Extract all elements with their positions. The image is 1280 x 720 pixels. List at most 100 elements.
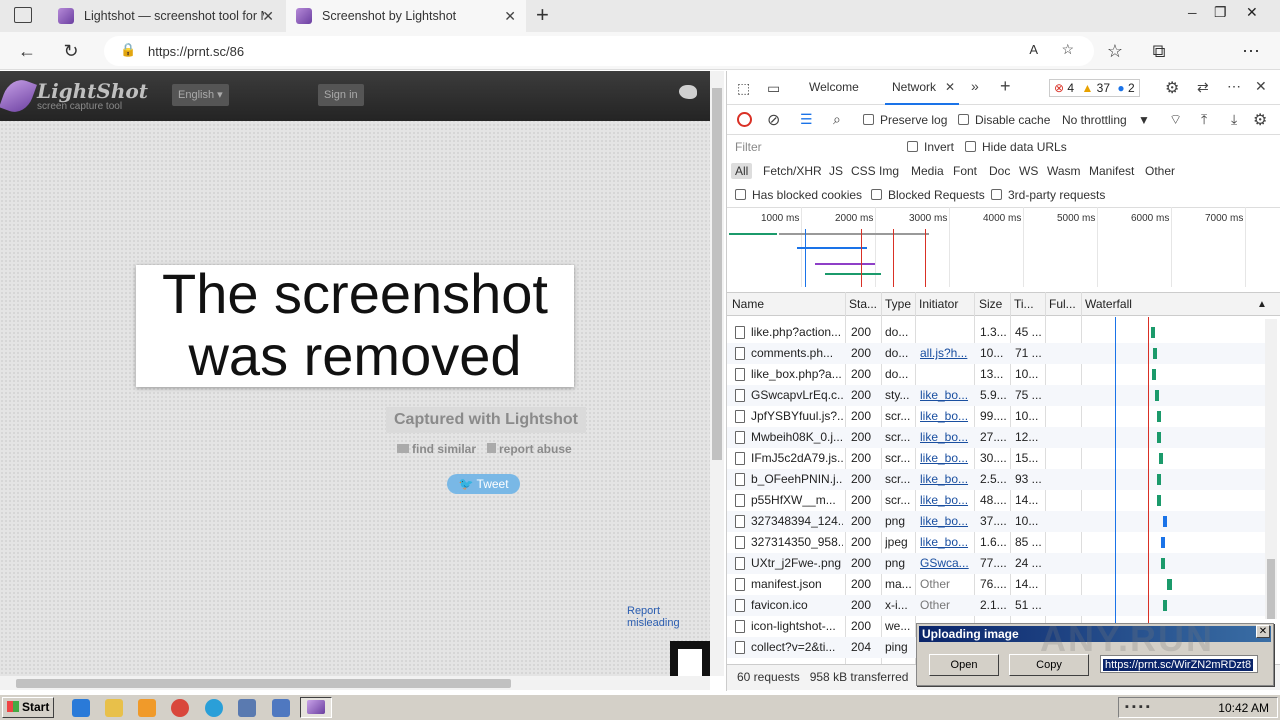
throttling-select[interactable]: No throttling ▼ [1062, 113, 1150, 127]
filter-type-other[interactable]: Other [1145, 164, 1175, 178]
media-player-icon[interactable] [138, 699, 156, 717]
report-misleading-link[interactable]: Report misleading [627, 605, 710, 629]
request-initiator[interactable]: like_bo... [920, 535, 972, 549]
tab-lightshot-home[interactable]: Lightshot — screenshot tool for M ✕ [48, 0, 284, 32]
table-row[interactable]: b_OFeehPNIN.j... 200 scr... like_bo... 2.5..… [727, 469, 1267, 490]
request-list-scroll-thumb[interactable] [1267, 559, 1275, 619]
dialog-close-button[interactable]: ✕ [1256, 625, 1270, 638]
table-row[interactable]: 327314350_958... 200 jpeg like_bo... 1.6... 8… [727, 532, 1267, 553]
filter-type-doc[interactable]: Doc [989, 164, 1010, 178]
find-similar-link[interactable]: find similar [397, 442, 476, 456]
record-icon[interactable] [737, 112, 752, 127]
language-select[interactable]: English ▾ [172, 84, 229, 106]
preserve-log-checkbox[interactable]: Preserve log [863, 113, 947, 127]
favorites-icon[interactable]: ☆ [1104, 40, 1126, 62]
favorite-add-icon[interactable]: ☆ [1061, 41, 1074, 58]
search-icon[interactable]: ⌕ [833, 111, 841, 128]
filter-input[interactable]: Filter [735, 140, 895, 154]
request-initiator[interactable]: like_bo... [920, 451, 972, 465]
table-row[interactable]: like_box.php?a... 200 do... 13... 10... [727, 364, 1267, 385]
internet-explorer-icon[interactable] [72, 699, 90, 717]
device-toolbar-icon[interactable]: ▭ [767, 80, 780, 97]
close-devtools-icon[interactable]: ✕ [1255, 78, 1267, 95]
column-waterfall[interactable]: Waterfall [1085, 297, 1132, 311]
open-button[interactable]: Open [929, 654, 999, 676]
collections-icon[interactable]: ⧉ [1148, 40, 1170, 62]
table-row[interactable]: comments.ph... 200 do... all.js?h... 10... 71… [727, 343, 1267, 364]
filter-type-font[interactable]: Font [953, 164, 977, 178]
tray-icons[interactable]: ▪ ▪ ▪ ▪ [1125, 701, 1150, 713]
report-abuse-link[interactable]: report abuse [487, 442, 572, 456]
network-settings-icon[interactable]: ⚙ [1253, 110, 1267, 130]
folder-icon[interactable] [105, 699, 123, 717]
table-row[interactable]: manifest.json 200 ma... Other 76.... 14... [727, 574, 1267, 595]
column-initiator[interactable]: Initiator [919, 297, 958, 311]
network-conditions-icon[interactable]: ⌔ [1169, 111, 1182, 129]
start-button[interactable]: Start [2, 697, 54, 718]
request-initiator[interactable]: like_bo... [920, 388, 972, 402]
tab-welcome[interactable]: Welcome [809, 80, 859, 94]
read-aloud-icon[interactable]: A [1029, 42, 1038, 57]
filter-type-css[interactable]: CSS [851, 164, 876, 178]
disable-cache-checkbox[interactable]: Disable cache [958, 113, 1050, 127]
table-row[interactable]: IFmJ5c2dA79.js... 200 scr... like_bo... 30..… [727, 448, 1267, 469]
sign-in-button[interactable]: Sign in [318, 84, 364, 106]
has-blocked-cookies-checkbox[interactable]: Has blocked cookies [735, 188, 862, 202]
column-name[interactable]: Name [732, 297, 764, 311]
clear-icon[interactable]: ⊘ [767, 110, 780, 130]
request-initiator[interactable]: like_bo... [920, 430, 972, 444]
request-initiator[interactable]: like_bo... [920, 493, 972, 507]
filter-type-img[interactable]: Img [879, 164, 899, 178]
filter-type-all[interactable]: All [731, 163, 753, 179]
filter-type-js[interactable]: JS [829, 164, 843, 178]
twitter-icon[interactable] [679, 85, 697, 99]
chrome-icon[interactable] [171, 699, 189, 717]
column-time[interactable]: Ti... [1014, 297, 1034, 311]
back-arrow-icon[interactable]: ← [16, 40, 38, 62]
table-row[interactable]: favicon.ico 200 x-i... Other 2.1... 51 ... [727, 595, 1267, 616]
restore-button[interactable]: ❐ [1214, 4, 1227, 21]
page-vertical-scroll-thumb[interactable] [712, 88, 722, 460]
invert-checkbox[interactable]: Invert [907, 140, 954, 154]
sort-ascending-icon[interactable]: ▲ [1257, 299, 1267, 310]
close-window-button[interactable]: ✕ [1246, 4, 1258, 21]
close-tab-icon[interactable]: ✕ [262, 8, 274, 25]
lightshot-taskbar-button[interactable] [300, 697, 332, 718]
column-fulfilled[interactable]: Ful... [1049, 297, 1076, 311]
export-har-icon[interactable]: ⤓ [1231, 111, 1237, 128]
add-tab-icon[interactable]: + [1000, 76, 1011, 97]
tweet-button[interactable]: 🐦 Tweet [447, 474, 520, 494]
more-menu-icon[interactable]: ⋯ [1240, 40, 1262, 62]
table-row[interactable]: UXtr_j2Fwe-.png 200 png GSwca... 77.... 24 ..… [727, 553, 1267, 574]
inspect-element-icon[interactable]: ⬚ [737, 80, 750, 97]
table-row[interactable]: JpfYSBYfuul.js?... 200 scr... like_bo... 99.… [727, 406, 1267, 427]
filter-type-media[interactable]: Media [911, 164, 944, 178]
close-tab-icon[interactable]: ✕ [504, 8, 516, 25]
edge-icon[interactable] [205, 699, 223, 717]
devtools-menu-icon[interactable]: ⋯ [1227, 78, 1241, 95]
hide-data-urls-checkbox[interactable]: Hide data URLs [965, 140, 1067, 154]
table-row[interactable]: Mwbeih08K_0.j... 200 scr... like_bo... 27...… [727, 427, 1267, 448]
filter-type-manifest[interactable]: Manifest [1089, 164, 1134, 178]
column-size[interactable]: Size [979, 297, 1002, 311]
blocked-requests-checkbox[interactable]: Blocked Requests [871, 188, 985, 202]
third-party-checkbox[interactable]: 3rd-party requests [991, 188, 1105, 202]
issues-counter[interactable]: ⊗ 4 ▲ 37 ● 2 [1049, 79, 1140, 97]
close-tab-icon[interactable]: ✕ [945, 80, 955, 94]
settings-gear-icon[interactable]: ⚙ [1165, 78, 1179, 98]
tab-screenshot[interactable]: Screenshot by Lightshot ✕ [286, 0, 526, 32]
import-har-icon[interactable]: ⤒ [1201, 111, 1207, 128]
page-horizontal-scroll-thumb[interactable] [16, 679, 511, 688]
filter-type-wasm[interactable]: Wasm [1047, 164, 1081, 178]
minimize-button[interactable]: ─ [1188, 6, 1197, 20]
request-initiator[interactable]: like_bo... [920, 409, 972, 423]
table-row[interactable]: p55HfXW__m... 200 scr... like_bo... 48.... 14… [727, 490, 1267, 511]
reload-icon[interactable]: ↻ [60, 40, 82, 62]
customize-icon[interactable]: ⇄ [1197, 79, 1209, 96]
tool-app-icon[interactable] [272, 699, 290, 717]
filter-icon[interactable]: ☰ [800, 111, 813, 128]
window-app-icon[interactable] [238, 699, 256, 717]
tab-actions-icon[interactable] [14, 7, 32, 23]
request-initiator[interactable]: like_bo... [920, 514, 972, 528]
more-tabs-icon[interactable]: » [971, 78, 979, 94]
